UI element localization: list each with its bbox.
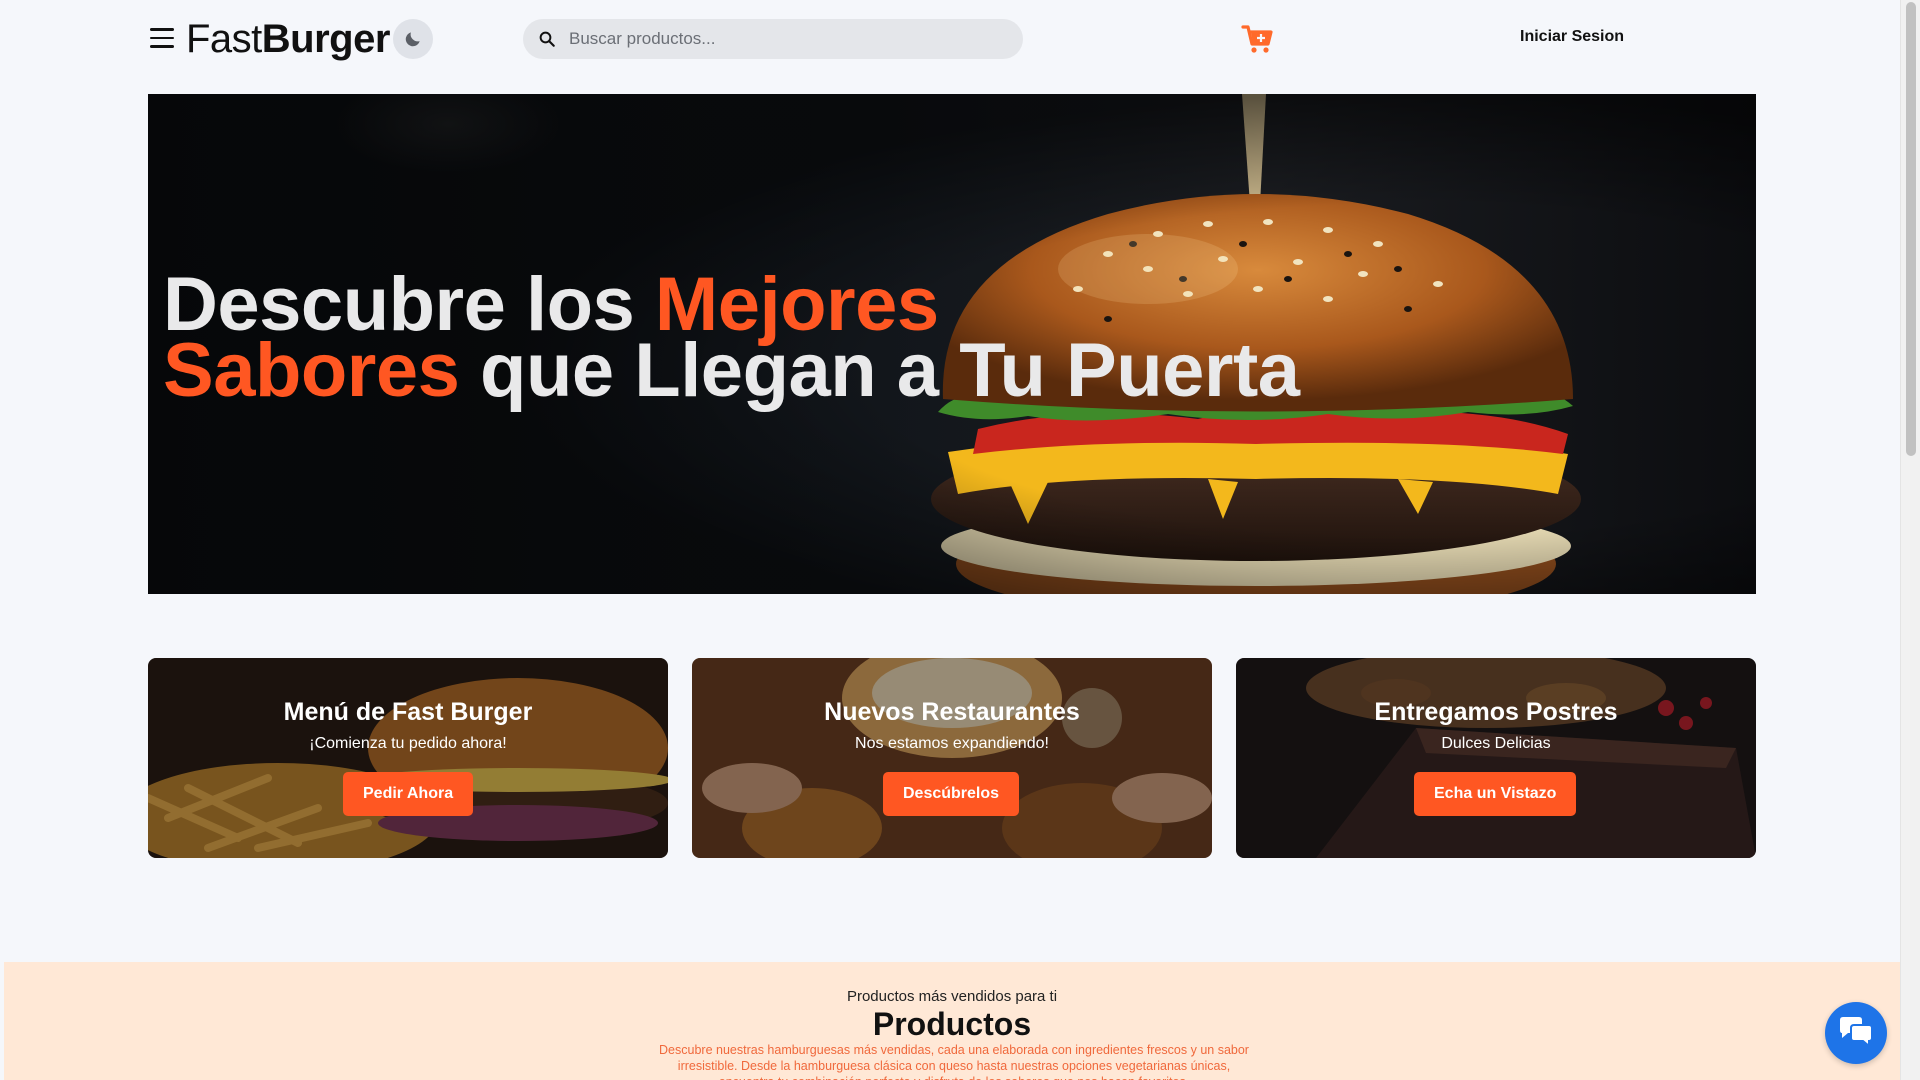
page-scrollbar[interactable] xyxy=(1900,0,1920,1080)
order-now-button[interactable]: Pedir Ahora xyxy=(343,772,474,816)
chat-icon xyxy=(1840,1017,1873,1049)
search-bar xyxy=(523,19,1023,59)
card-overlay xyxy=(1236,658,1756,858)
chat-button[interactable] xyxy=(1825,1002,1887,1064)
logo-text-burger: Burger xyxy=(261,17,391,61)
promo-title: Entregamos Postres xyxy=(1374,698,1618,726)
search-input[interactable] xyxy=(569,19,1009,59)
promo-title: Menú de Fast Burger xyxy=(283,698,533,726)
hero-headline: Descubre los Mejores Sabores que Llegan … xyxy=(163,267,1300,409)
search-icon[interactable] xyxy=(523,19,563,59)
hero-text-white-2: que Llegan a Tu Puerta xyxy=(459,328,1300,413)
card-overlay xyxy=(148,658,668,858)
products-title: Productos xyxy=(872,1006,1032,1042)
logo-text-fast: Fast xyxy=(186,17,262,61)
products-description: Descubre nuestras hamburguesas más vendi… xyxy=(659,1043,1249,1080)
hero-text-accent-2: Sabores xyxy=(163,328,460,413)
promo-subtitle: Dulces Delicias xyxy=(1441,735,1551,752)
scrollbar-thumb[interactable] xyxy=(1906,2,1916,456)
discover-button[interactable]: Descúbrelos xyxy=(883,772,1020,816)
products-section: Productos más vendidos para ti Productos… xyxy=(4,962,1900,1080)
promo-card-restaurants: Nuevos Restaurantes Nos estamos expandie… xyxy=(692,658,1212,858)
promo-title: Nuevos Restaurantes xyxy=(824,698,1080,726)
card-overlay xyxy=(692,658,1212,858)
menu-icon[interactable] xyxy=(148,26,176,50)
brand-logo[interactable]: FastBurger xyxy=(186,14,390,64)
promo-subtitle: ¡Comienza tu pedido ahora! xyxy=(309,735,507,752)
promo-card-menu: Menú de Fast Burger ¡Comienza tu pedido … xyxy=(148,658,668,858)
cart-icon[interactable] xyxy=(1241,22,1275,56)
promo-subtitle: Nos estamos expandiendo! xyxy=(855,735,1049,752)
promo-cards: Menú de Fast Burger ¡Comienza tu pedido … xyxy=(148,658,1756,858)
theme-toggle-button[interactable] xyxy=(393,19,433,59)
products-kicker: Productos más vendidos para ti xyxy=(846,988,1058,1005)
login-link[interactable]: Iniciar Sesion xyxy=(1520,28,1624,46)
promo-card-desserts: Entregamos Postres Dulces Delicias Echa … xyxy=(1236,658,1756,858)
take-a-look-button[interactable]: Echa un Vistazo xyxy=(1414,772,1577,816)
top-navbar: FastBurger Iniciar Sesion xyxy=(0,0,1900,80)
moon-icon xyxy=(405,32,420,47)
hero-banner: Descubre los Mejores Sabores que Llegan … xyxy=(148,94,1756,594)
